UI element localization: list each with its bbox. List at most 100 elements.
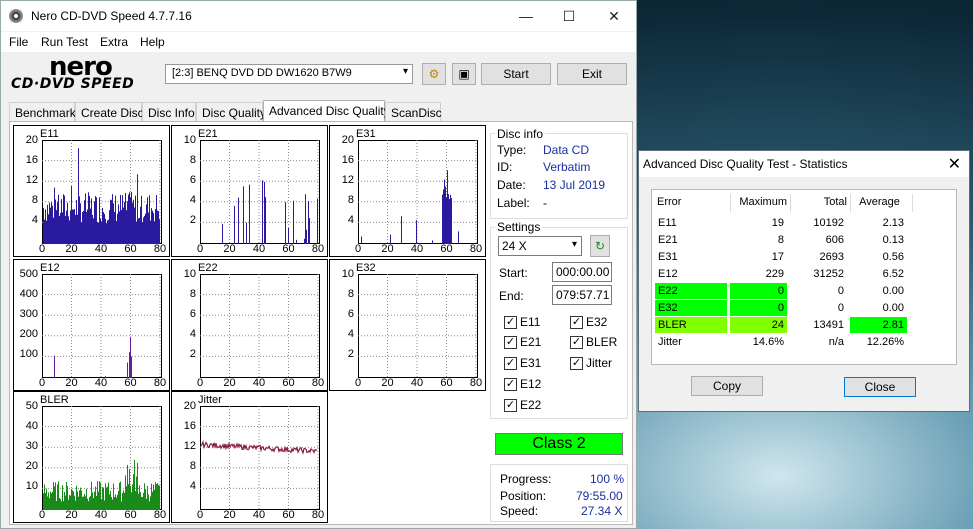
checkbox-e22[interactable]: ✓ [504,399,517,412]
bar [83,496,84,510]
position-value: 79:55.00 [576,489,623,503]
tab-create-disc[interactable]: Create Disc [75,102,144,122]
speed-select[interactable]: 24 X ▾ [498,236,582,256]
x-tick-label: 40 [410,243,424,255]
bar [116,497,117,510]
tab-advanced-disc-quality[interactable]: Advanced Disc Quality [263,100,390,122]
column-header[interactable]: Maximum [732,194,787,210]
table-cell: n/a [828,336,844,348]
close-dialog-button[interactable]: Close [844,377,916,397]
bar [432,240,433,244]
save-button[interactable]: ▣ [452,63,476,85]
table-cell: E32 [655,300,727,316]
bar [129,192,130,244]
bar [135,491,136,510]
bar [451,197,452,244]
bar [131,191,132,244]
bar [55,199,56,244]
menu-file[interactable]: File [9,35,28,49]
drive-select[interactable]: [2:3] BENQ DVD DD DW1620 B7W9 ▾ [165,64,413,84]
checkbox-bler[interactable]: ✓ [570,336,583,349]
y-tick-label: 300 [19,308,38,320]
title-bar: Nero CD-DVD Speed 4.7.7.16 — ☐ ✕ [1,1,636,31]
checkbox-jitter[interactable]: ✓ [570,357,583,370]
bar [308,200,309,244]
chart-title: E22 [198,262,218,274]
y-tick-label: 100 [19,348,38,360]
tab-disc-info[interactable]: Disc Info [142,102,196,122]
menu-help[interactable]: Help [140,35,165,49]
y-tick-label: 4 [189,480,196,492]
dialog-close-icon[interactable]: ✕ [948,154,961,174]
bar [361,236,362,244]
column-header[interactable]: Average [852,194,907,210]
table-cell: 0 [730,300,787,316]
y-tick-label: 2 [347,348,354,360]
bar [89,497,90,510]
bar [110,199,111,244]
checkbox-label-e31: E31 [520,356,542,370]
x-tick-label: 0 [196,509,204,521]
bar [118,491,119,510]
maximize-button[interactable]: ☐ [554,5,584,27]
start-button[interactable]: Start [481,63,551,85]
refresh-speed-button[interactable]: ↻ [590,235,610,257]
bar [115,195,116,244]
checkbox-e31[interactable]: ✓ [504,357,517,370]
checkbox-e32[interactable]: ✓ [570,316,583,329]
bar [133,474,134,510]
start-time-input[interactable]: 000:00.00 [552,262,612,282]
y-tick-label: 200 [19,328,38,340]
checkbox-e11[interactable]: ✓ [504,316,517,329]
drive-info-button[interactable]: ⚙ [422,63,446,85]
x-tick-label: 0 [354,377,362,389]
bar [159,219,160,244]
tab-disc-quality[interactable]: Disc Quality [196,102,266,122]
bar [81,222,82,244]
bar [304,238,305,244]
bar [88,192,89,244]
chart-plot-area [42,406,162,510]
checkbox-e21[interactable]: ✓ [504,336,517,349]
bar [74,209,75,244]
end-time-input[interactable]: 079:57.71 [552,285,612,305]
column-header[interactable]: Error [657,194,727,210]
bar [317,198,318,244]
bar [70,495,71,510]
bar [458,231,459,244]
bar [101,221,102,244]
minimize-button[interactable]: — [511,5,541,27]
copy-button[interactable]: Copy [691,376,763,396]
close-button[interactable]: ✕ [599,5,629,27]
bar [90,496,91,510]
bar [54,486,55,510]
chart-title: E31 [356,128,376,140]
bar [222,223,223,244]
bar [46,220,47,244]
bar [156,195,157,244]
menu-run-test[interactable]: Run Test [41,35,88,49]
bar [45,209,46,244]
tab-benchmark[interactable]: Benchmark [9,102,76,122]
tab-scandisc[interactable]: ScanDisc [385,102,442,122]
chart-plot-area [358,274,478,378]
x-tick-label: 20 [223,509,236,521]
menu-extra[interactable]: Extra [100,35,128,49]
table-cell: 13491 [813,319,844,331]
bar [110,490,111,510]
exit-button[interactable]: Exit [557,63,627,85]
bar [120,194,121,244]
y-tick-label: 12 [183,440,196,452]
column-header[interactable]: Total [792,194,847,210]
chart-e11: E11 20 16 12 8 4 0 20 40 60 80 [13,125,170,257]
checkbox-label-e12: E12 [520,377,542,391]
table-cell: 8 [777,234,784,246]
bar [131,356,132,378]
bar [142,496,143,510]
checkbox-e12[interactable]: ✓ [504,378,517,391]
table-cell: 31252 [813,268,844,280]
bar [91,198,92,244]
bar [79,490,80,510]
bar [52,491,53,510]
column-separator [730,194,731,212]
